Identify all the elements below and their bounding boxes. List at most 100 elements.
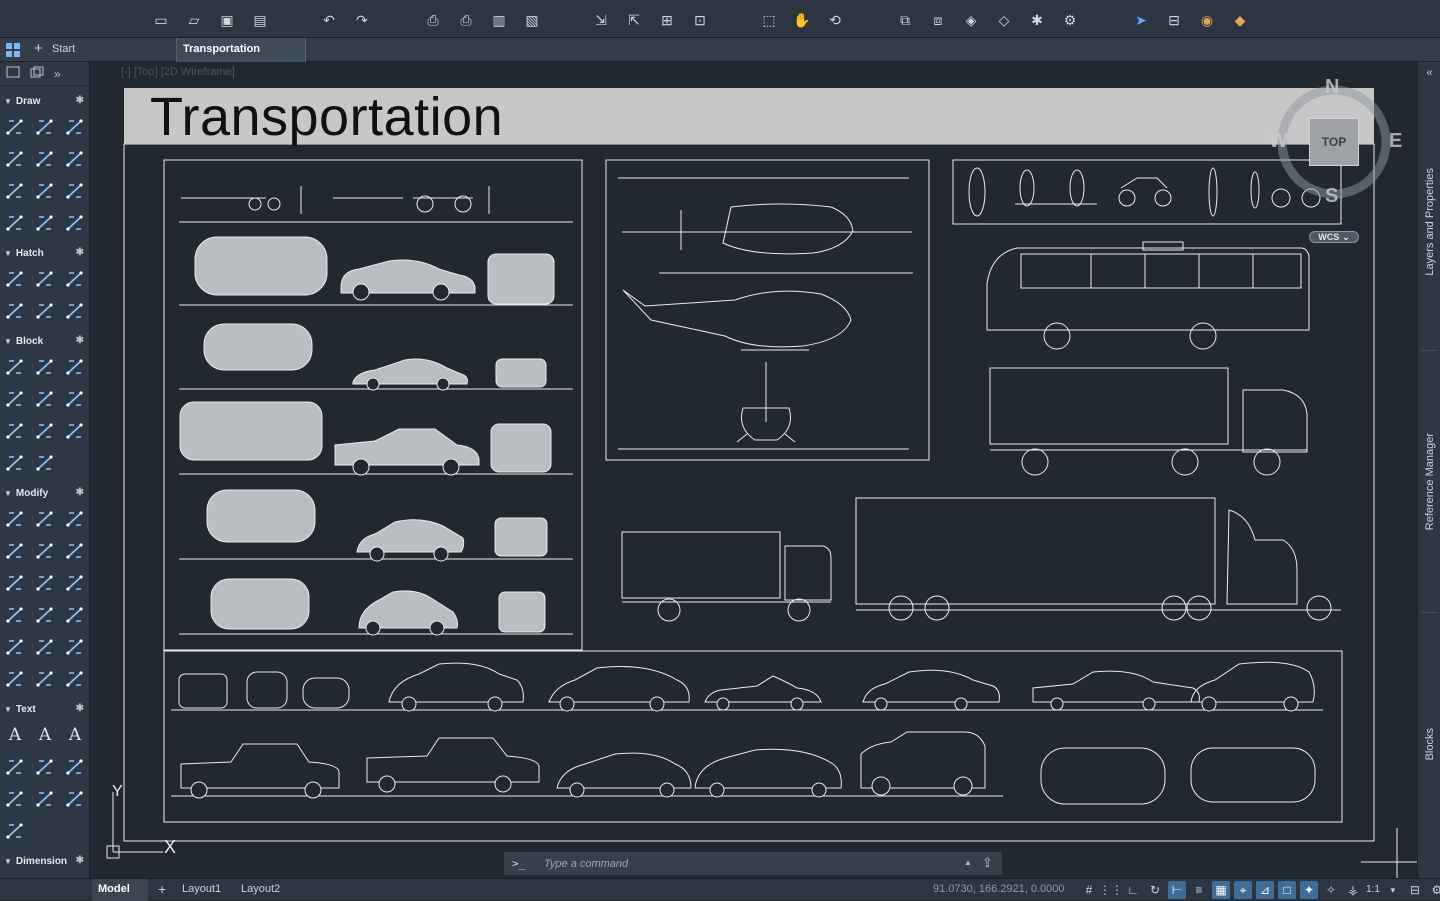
tab-layout2[interactable]: Layout2 — [235, 879, 293, 901]
spell-check-icon[interactable] — [30, 756, 60, 778]
gear-icon[interactable]: ✱ — [76, 487, 84, 498]
arc-icon[interactable] — [30, 148, 60, 170]
array-icon[interactable] — [60, 572, 89, 594]
palette-section-draw[interactable]: ▼ Draw ✱ — [0, 92, 89, 110]
chevron-down-icon[interactable]: ▾ — [1384, 881, 1402, 899]
pan-icon[interactable]: ✋ — [791, 9, 813, 31]
gradient-icon[interactable] — [30, 268, 60, 290]
reference-manager-panel-tab[interactable]: Reference Manager — [1418, 352, 1440, 612]
batch-plot-icon[interactable]: ⎙ — [455, 9, 477, 31]
edit-polyline-icon[interactable] — [0, 668, 30, 690]
import-icon[interactable]: ⇲ — [590, 9, 612, 31]
notifications-icon[interactable]: ◉ — [1196, 9, 1218, 31]
edit-block-icon[interactable] — [60, 356, 89, 378]
layers-and-properties-panel-tab[interactable]: Layers and Properties — [1418, 92, 1440, 352]
copy-icon[interactable] — [30, 508, 60, 530]
viewport-icon[interactable]: ⊟ — [1163, 9, 1185, 31]
save-as-icon[interactable]: ▤ — [249, 9, 271, 31]
model-view-icon[interactable] — [30, 65, 44, 83]
text-icon[interactable]: A — [0, 724, 30, 746]
selection-cycling-icon[interactable]: □ — [1278, 881, 1296, 899]
circle-icon[interactable] — [60, 116, 89, 138]
search-text-icon[interactable] — [60, 756, 89, 778]
annotation-scale-value[interactable]: 1:1 — [1366, 881, 1380, 899]
command-input[interactable] — [544, 856, 944, 872]
layer-states-icon[interactable]: ⧈ — [927, 9, 949, 31]
stretch-icon[interactable] — [30, 604, 60, 626]
polygon-icon[interactable] — [0, 212, 30, 234]
move-icon[interactable] — [0, 508, 30, 530]
tab-transportation[interactable]: Transportation — [176, 38, 306, 62]
sync-block-icon[interactable] — [60, 420, 89, 442]
fillet-icon[interactable] — [0, 572, 30, 594]
compass-south[interactable]: S — [1325, 185, 1338, 208]
dynamic-input-icon[interactable]: ⊢ — [1168, 881, 1186, 899]
collapse-rail-icon[interactable]: « — [1418, 64, 1440, 82]
gear-icon[interactable]: ✱ — [76, 247, 84, 258]
create-block-icon[interactable] — [30, 356, 60, 378]
annotation-scale-icon[interactable]: ⚶ — [1344, 881, 1362, 899]
spline-icon[interactable] — [60, 148, 89, 170]
new-icon[interactable]: ▭ — [150, 9, 172, 31]
revcloud-icon[interactable] — [60, 212, 89, 234]
compass-north[interactable]: N — [1325, 76, 1339, 99]
gear-icon[interactable]: ✱ — [76, 703, 84, 714]
block-editor-icon[interactable] — [0, 420, 30, 442]
app-store-icon[interactable]: ◆ — [1229, 9, 1251, 31]
command-history-icon[interactable]: ▲ — [964, 858, 972, 867]
annotation-visibility-icon[interactable]: ✦ — [1300, 881, 1318, 899]
plot-icon[interactable]: ⎙ — [422, 9, 444, 31]
save-icon[interactable]: ▣ — [216, 9, 238, 31]
grid-menu-button[interactable] — [0, 38, 28, 62]
ray-icon[interactable] — [30, 180, 60, 202]
text-style-icon[interactable] — [30, 788, 60, 810]
palette-section-hatch[interactable]: ▼ Hatch ✱ — [0, 244, 89, 262]
viewcube-top-face[interactable]: TOP — [1309, 118, 1359, 166]
export-pdf-icon[interactable]: ▧ — [521, 9, 543, 31]
gear-icon[interactable]: ✱ — [76, 95, 84, 106]
tab-start[interactable]: Start — [46, 38, 176, 62]
tab-model[interactable]: Model — [92, 879, 148, 901]
layer-freeze-icon[interactable]: ✱ — [1026, 9, 1048, 31]
join-icon[interactable] — [60, 636, 89, 658]
line-icon[interactable] — [0, 116, 30, 138]
ortho-mode-icon[interactable]: ∟ — [1124, 881, 1142, 899]
expand-palette-icon[interactable]: » — [54, 67, 61, 81]
layer-properties-icon[interactable]: ⧉ — [894, 9, 916, 31]
attribute-edit-icon[interactable] — [30, 452, 60, 474]
rectangle-icon[interactable] — [0, 148, 30, 170]
explode-icon[interactable] — [60, 604, 89, 626]
base-point-icon[interactable] — [0, 452, 30, 474]
layout-view-icon[interactable] — [6, 65, 20, 83]
attach-icon[interactable]: ⊞ — [656, 9, 678, 31]
undo-icon[interactable]: ↶ — [318, 9, 340, 31]
rotate-icon[interactable] — [0, 540, 30, 562]
redo-icon[interactable]: ↷ — [351, 9, 373, 31]
share-icon[interactable]: ⊡ — [689, 9, 711, 31]
share-icon[interactable]: ⇪ — [982, 855, 993, 871]
multiline-icon[interactable] — [0, 180, 30, 202]
polyline-icon[interactable] — [30, 116, 60, 138]
wcs-menu[interactable]: WCS ⌄ — [1309, 231, 1359, 243]
insert-block-icon[interactable] — [0, 356, 30, 378]
pdf-text-icon[interactable] — [60, 788, 89, 810]
find-icon[interactable] — [0, 756, 30, 778]
open-icon[interactable]: ▱ — [183, 9, 205, 31]
gear-icon[interactable]: ✱ — [76, 855, 84, 866]
new-tab-button[interactable]: + — [28, 38, 46, 62]
region-icon[interactable] — [0, 300, 30, 322]
palette-section-text[interactable]: ▼ Text ✱ — [0, 700, 89, 718]
palette-section-modify[interactable]: ▼ Modify ✱ — [0, 484, 89, 502]
publish-icon[interactable]: ▥ — [488, 9, 510, 31]
align-icon[interactable] — [30, 668, 60, 690]
scale-icon[interactable] — [30, 540, 60, 562]
ellipse-icon[interactable] — [60, 180, 89, 202]
erase-icon[interactable] — [0, 604, 30, 626]
settings-icon[interactable]: ⚙ — [1428, 881, 1440, 899]
chamfer-icon[interactable] — [0, 636, 30, 658]
match-layer-icon[interactable]: ◈ — [960, 9, 982, 31]
tab-layout1[interactable]: Layout1 — [176, 879, 234, 901]
polar-tracking-icon[interactable]: ↻ — [1146, 881, 1164, 899]
export-icon[interactable]: ⇱ — [623, 9, 645, 31]
mtext-icon[interactable]: A — [60, 724, 89, 746]
